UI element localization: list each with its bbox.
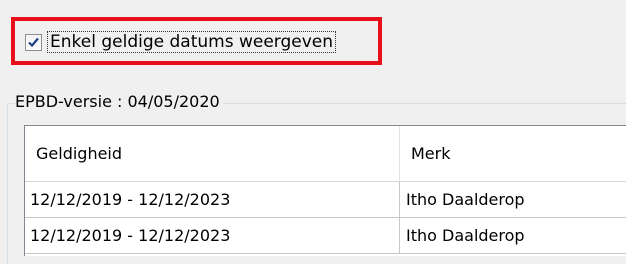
- valid-dates-checkbox-label[interactable]: Enkel geldige datums weergeven: [47, 31, 337, 53]
- column-header-merk[interactable]: Merk: [411, 126, 451, 181]
- cell-geldigheid: 12/12/2019 - 12/12/2023: [30, 226, 231, 245]
- cell-geldigheid: 12/12/2019 - 12/12/2023: [30, 190, 231, 209]
- table-header: Geldigheid Merk: [25, 126, 626, 182]
- checkmark-icon: [28, 37, 39, 47]
- valid-dates-checkbox[interactable]: [25, 33, 42, 51]
- validity-table[interactable]: Geldigheid Merk 12/12/2019 - 12/12/2023 …: [24, 125, 626, 256]
- column-divider[interactable]: [399, 126, 400, 181]
- cell-merk: Itho Daalderop: [406, 226, 525, 245]
- valid-dates-filter[interactable]: Enkel geldige datums weergeven: [25, 31, 337, 53]
- cell-divider: [399, 218, 400, 253]
- column-header-geldigheid[interactable]: Geldigheid: [36, 126, 122, 181]
- table-row[interactable]: 12/12/2019 - 12/12/2023 Itho Daalderop: [25, 218, 626, 254]
- epbd-version-label: EPBD-versie : 04/05/2020: [15, 92, 223, 112]
- cell-divider: [399, 182, 400, 217]
- table-row[interactable]: 12/12/2019 - 12/12/2023 Itho Daalderop: [25, 182, 626, 218]
- cell-merk: Itho Daalderop: [406, 190, 525, 209]
